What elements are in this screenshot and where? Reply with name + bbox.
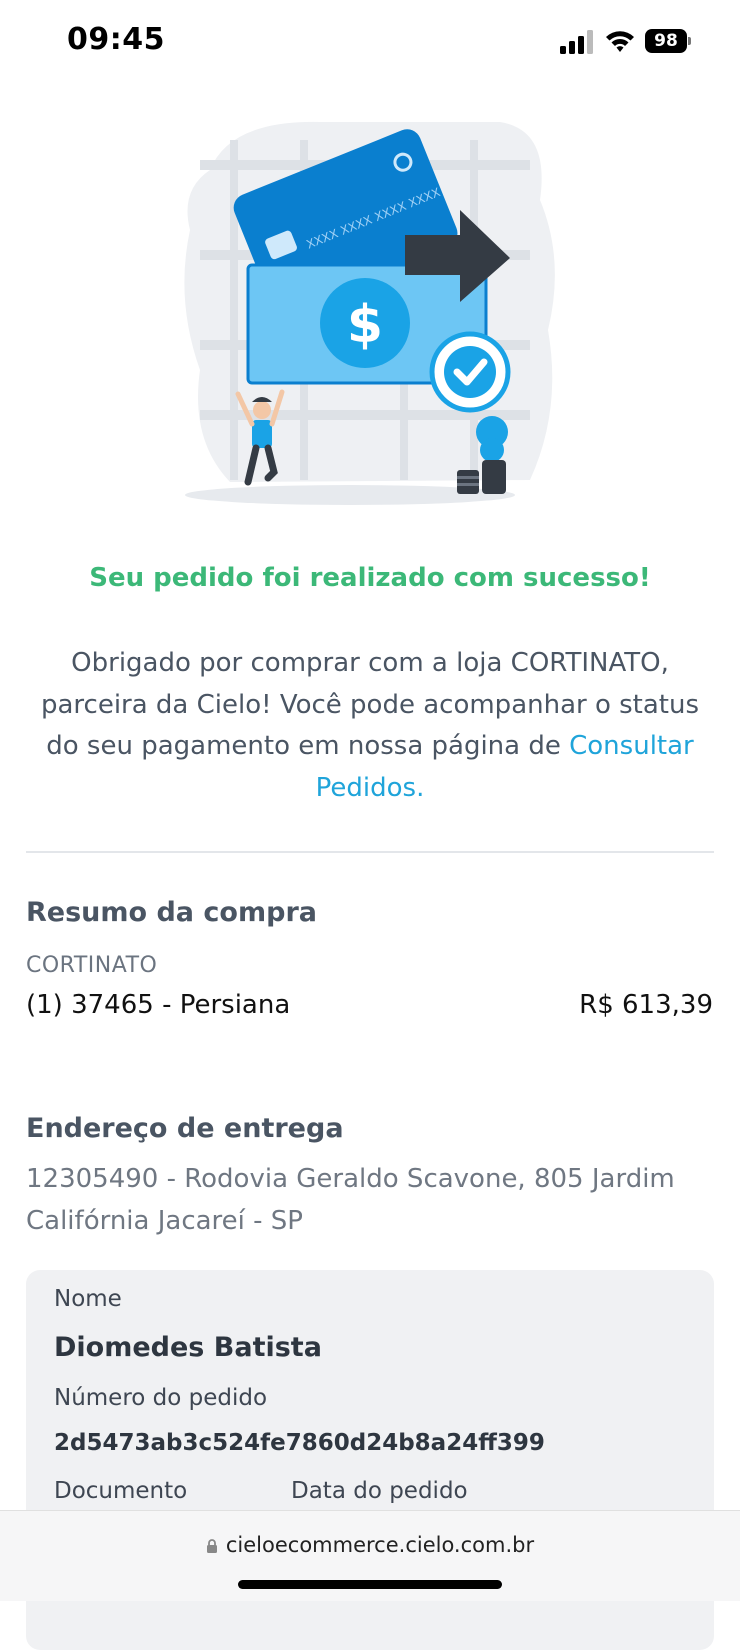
url-display[interactable]: cieloecommerce.cielo.com.br [0, 1533, 740, 1557]
order-date-label: Data do pedido [291, 1478, 468, 1504]
divider [26, 851, 714, 853]
success-title: Seu pedido foi realizado com sucesso! [89, 563, 651, 593]
summary-title: Resumo da compra [26, 897, 317, 928]
document-label: Documento [54, 1478, 188, 1504]
url-text: cieloecommerce.cielo.com.br [225, 1533, 535, 1557]
order-number-label: Número do pedido [54, 1385, 268, 1411]
status-time: 09:45 [67, 22, 165, 57]
wifi-icon [606, 31, 634, 52]
delivery-address: 12305490 - Rodovia Geraldo Scavone, 805 … [26, 1164, 675, 1236]
battery-icon: 98 [645, 29, 691, 53]
cellular-signal-icon [560, 30, 593, 54]
item-price: R$ 613,39 [579, 990, 713, 1020]
status-bar: 09:45 98 [0, 0, 740, 86]
checkmark-icon [429, 331, 511, 413]
delivery-title: Endereço de entrega [26, 1113, 344, 1144]
store-name: CORTINATO [26, 953, 158, 978]
browser-address-bar[interactable]: cieloecommerce.cielo.com.br [0, 1510, 740, 1601]
home-indicator[interactable] [238, 1580, 502, 1589]
battery-level: 98 [645, 29, 687, 53]
dollar-sign-text: $ [347, 295, 383, 355]
payment-success-illustration: XXXX XXXX XXXX XXXX $ [184, 121, 555, 505]
name-label: Nome [54, 1286, 122, 1312]
thank-you-message: Obrigado por comprar com a loja CORTINAT… [40, 643, 700, 809]
item-description: (1) 37465 - Persiana [26, 990, 291, 1020]
lock-icon [206, 1539, 217, 1553]
order-number-value: 2d5473ab3c524fe7860d24b8a24ff399 [54, 1430, 545, 1456]
name-value: Diomedes Batista [54, 1332, 322, 1363]
